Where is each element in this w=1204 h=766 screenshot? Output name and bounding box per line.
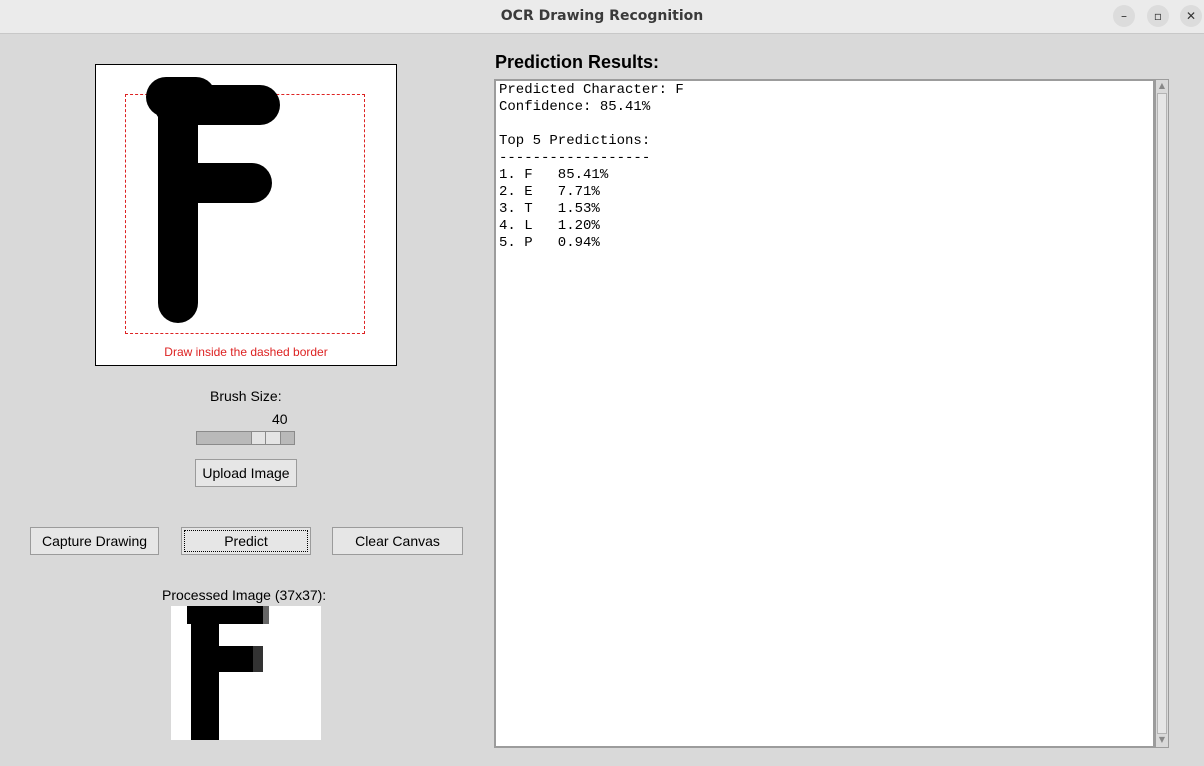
processed-character-image <box>187 606 269 740</box>
processed-image-label: Processed Image (37x37): <box>162 587 327 603</box>
prediction-row: 3. T 1.53% <box>499 201 600 217</box>
brush-size-label: Brush Size: <box>210 388 282 404</box>
clear-canvas-button[interactable]: Clear Canvas <box>332 527 463 555</box>
title-bar: OCR Drawing Recognition – ▫ ✕ <box>0 0 1204 34</box>
predict-button[interactable]: Predict <box>181 527 311 555</box>
drawn-character-stroke <box>146 77 280 323</box>
prediction-row: 1. F 85.41% <box>499 167 609 183</box>
processed-image <box>171 606 321 740</box>
top-predictions-title: Top 5 Predictions: <box>499 133 651 149</box>
prediction-results-title: Prediction Results: <box>495 52 660 72</box>
maximize-button[interactable]: ▫ <box>1147 5 1169 27</box>
scrollbar-thumb[interactable] <box>1157 93 1167 734</box>
separator-line: ------------------ <box>499 150 651 166</box>
close-button[interactable]: ✕ <box>1180 5 1202 27</box>
prediction-row: 5. P 0.94% <box>499 235 600 251</box>
brush-size-value: 40 <box>272 411 288 427</box>
brush-size-slider[interactable] <box>196 431 295 445</box>
window-title: OCR Drawing Recognition <box>500 8 704 24</box>
prediction-row: 4. L 1.20% <box>499 218 600 234</box>
capture-drawing-button[interactable]: Capture Drawing <box>30 527 159 555</box>
minimize-button[interactable]: – <box>1113 5 1135 27</box>
upload-image-button[interactable]: Upload Image <box>195 459 297 487</box>
results-scrollbar[interactable]: ▲ ▼ <box>1155 79 1169 748</box>
blank-line <box>499 116 1150 133</box>
canvas-hint: Draw inside the dashed border <box>164 345 328 359</box>
slider-handle[interactable] <box>251 432 281 444</box>
predicted-character-line: Predicted Character: F <box>499 82 684 98</box>
drawing-canvas[interactable]: Draw inside the dashed border <box>95 64 397 366</box>
down-arrow-icon[interactable]: ▼ <box>1157 735 1167 745</box>
results-textbox[interactable]: Predicted Character: F Confidence: 85.41… <box>494 79 1155 748</box>
up-arrow-icon[interactable]: ▲ <box>1157 81 1167 91</box>
prediction-row: 2. E 7.71% <box>499 184 600 200</box>
confidence-line: Confidence: 85.41% <box>499 99 651 115</box>
